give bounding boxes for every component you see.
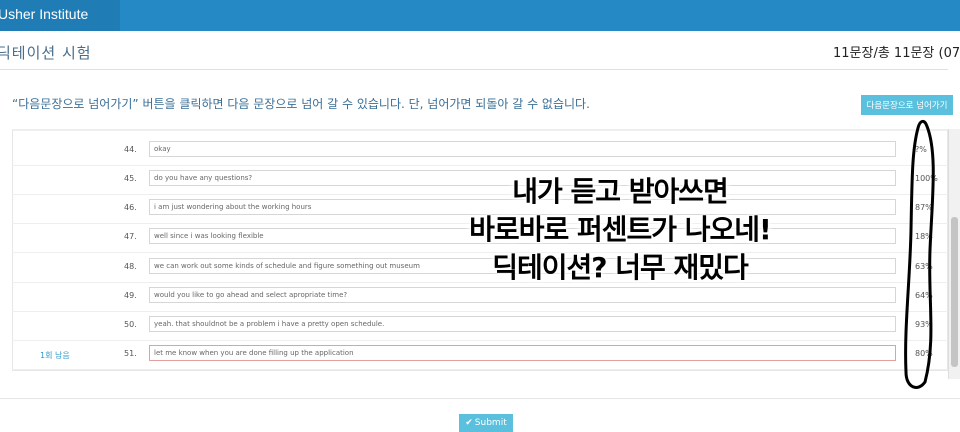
check-icon: ✔ — [465, 418, 473, 428]
table-row: 44. okay ?% — [12, 137, 948, 166]
answer-input[interactable]: yeah. that shouldnot be a problem i have… — [149, 316, 896, 332]
overlay-caption-line: 딕테이션? 너무 재밌다 — [492, 251, 749, 284]
submit-button[interactable]: ✔ Submit — [459, 414, 513, 432]
accuracy-percent: 93% — [915, 320, 933, 329]
page-title: 딕테이션 시험 — [0, 44, 92, 62]
brand-block[interactable]: Usher Institute — [0, 0, 120, 31]
answer-input[interactable]: okay — [149, 141, 896, 157]
sentence-number: 51. — [124, 349, 137, 358]
table-row: 1회 남음 51. let me know when you are done … — [12, 341, 948, 370]
accuracy-percent: 100% — [915, 174, 938, 183]
sentence-number: 44. — [124, 145, 137, 154]
footer-divider — [0, 398, 960, 399]
submit-label: Submit — [474, 418, 507, 428]
sentence-number: 47. — [124, 232, 137, 241]
scrollbar-thumb[interactable] — [951, 217, 958, 367]
table-row: 49. would you like to go ahead and selec… — [12, 283, 948, 312]
sentence-number: 45. — [124, 174, 137, 183]
accuracy-percent: ?% — [915, 145, 927, 154]
top-navbar: Usher Institute — [0, 0, 960, 31]
retry-label[interactable]: 1회 남음 — [40, 350, 70, 361]
accuracy-percent: 18% — [915, 232, 933, 241]
instructions-text: “다음문장으로 넘어가기” 버튼을 클릭하면 다음 문장으로 넘어 갈 수 있습… — [12, 97, 590, 111]
sentence-number: 50. — [124, 320, 137, 329]
sentence-number: 46. — [124, 203, 137, 212]
overlay-caption-line: 바로바로 퍼센트가 나오네! — [469, 213, 772, 246]
accuracy-percent: 80% — [915, 349, 933, 358]
accuracy-percent: 64% — [915, 291, 933, 300]
overlay-caption-line: 내가 듣고 받아쓰면 — [512, 175, 729, 208]
table-row: 50. yeah. that shouldnot be a problem i … — [12, 312, 948, 341]
sentence-number: 48. — [124, 262, 137, 271]
accuracy-percent: 63% — [915, 262, 933, 271]
next-sentence-button[interactable]: 다음문장으로 넘어가기 — [861, 95, 953, 115]
header-divider — [0, 69, 948, 70]
vertical-scrollbar[interactable] — [948, 129, 960, 379]
brand-name[interactable]: Usher Institute — [0, 6, 88, 22]
answer-input[interactable]: would you like to go ahead and select ap… — [149, 287, 896, 303]
accuracy-percent: 87% — [915, 203, 933, 212]
answer-input[interactable]: let me know when you are done filling up… — [149, 345, 896, 361]
sentence-number: 49. — [124, 291, 137, 300]
progress-counter: 11문장/총 11문장 (07:3 — [833, 46, 960, 61]
